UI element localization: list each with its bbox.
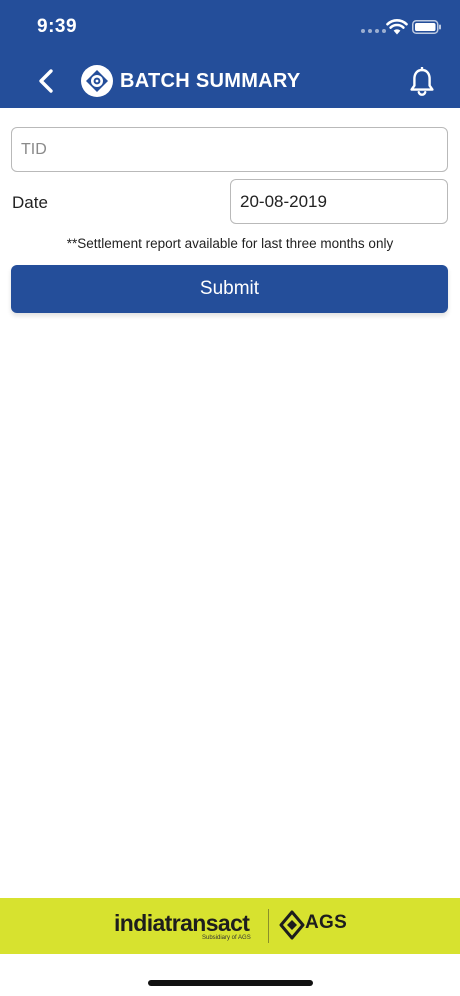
status-bar: 9:39 — [0, 0, 460, 54]
notification-bell-icon[interactable] — [408, 67, 436, 97]
ags-logo-icon — [279, 910, 305, 940]
date-label: Date — [12, 193, 48, 212]
footer-banner: indiatransact Subsidiary of AGS AGS — [0, 898, 460, 954]
date-field[interactable]: 20-08-2019 — [230, 179, 448, 224]
cellular-signal-icon — [361, 29, 386, 33]
app-header: 9:39 BATCH SUMMARY — [0, 0, 460, 108]
settlement-note: **Settlement report available for last t… — [66, 236, 394, 251]
tid-input[interactable] — [11, 127, 448, 172]
page-title: BATCH SUMMARY — [120, 70, 301, 92]
submit-button[interactable]: Submit — [11, 265, 448, 313]
back-chevron-icon[interactable] — [36, 68, 56, 94]
nav-bar: BATCH SUMMARY — [0, 54, 460, 108]
date-value: 20-08-2019 — [240, 191, 327, 211]
brand-name: indiatransact — [114, 910, 250, 936]
home-indicator[interactable] — [148, 980, 313, 986]
brand-subtitle: Subsidiary of AGS — [202, 935, 251, 941]
status-time: 9:39 — [37, 16, 78, 37]
app-logo-icon — [81, 65, 113, 97]
partner-name: AGS — [305, 912, 348, 933]
battery-icon — [412, 20, 441, 34]
brand-divider — [268, 909, 269, 943]
wifi-icon — [386, 19, 408, 35]
